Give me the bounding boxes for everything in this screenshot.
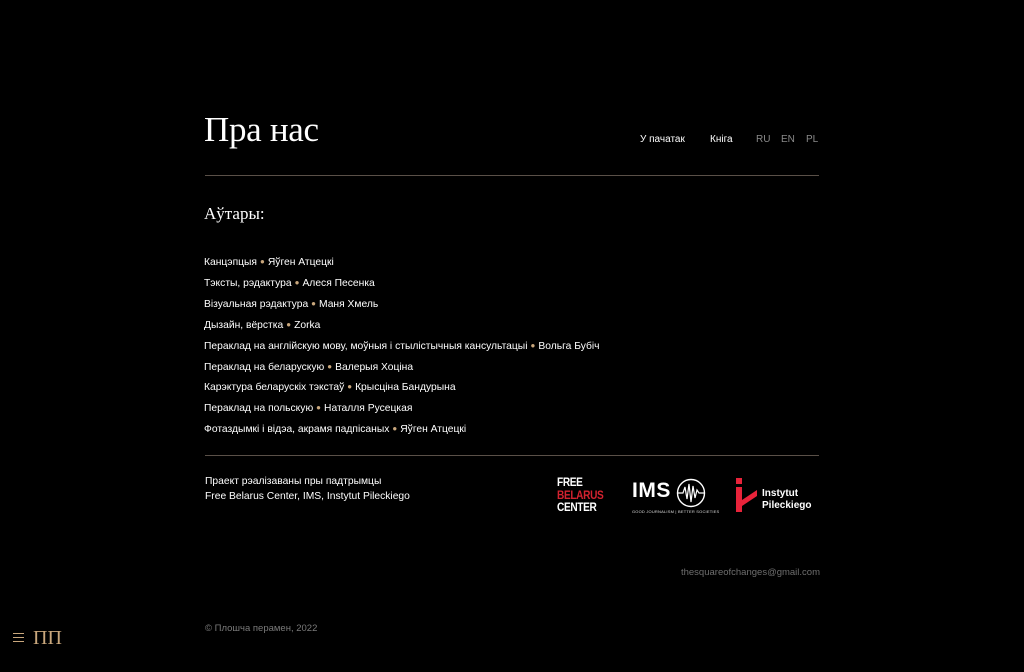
- separator-dot-icon: ●: [311, 298, 317, 308]
- copyright: © Плошча перамен, 2022: [205, 623, 318, 634]
- credit-role: Візуальная рэдактура: [204, 298, 309, 310]
- site-logo[interactable]: ПП: [33, 626, 62, 650]
- credit-item: Пераклад на беларускую ● Валерыя Хоціна: [204, 357, 600, 378]
- credit-item: Фотаздымкі і відэа, акрамя падпісаных ● Яў…: [204, 419, 600, 440]
- credit-name: Яўген Атцецкі: [267, 257, 334, 268]
- free-belarus-center-logo[interactable]: FREE BELARUS CENTER: [557, 477, 604, 515]
- credit-item: Канцэпцыя ● Яўген Атцецкі: [204, 252, 600, 273]
- lang-pl-link[interactable]: PL: [806, 134, 818, 146]
- credit-item: Візуальная рэдактура ● Маня Хмель: [204, 294, 600, 315]
- separator-dot-icon: ●: [294, 277, 300, 287]
- credit-role: Пераклад на англійскую мову, моўныя і ст…: [204, 340, 528, 352]
- credit-item: Тэксты, рэдактура ● Алеся Песенка: [204, 273, 600, 294]
- credit-role: Карэктура беларускіх тэкстаў: [204, 382, 345, 394]
- credit-name: Алеся Песенка: [302, 277, 375, 289]
- lang-ru-link[interactable]: RU: [756, 134, 770, 146]
- hamburger-icon[interactable]: [13, 632, 24, 643]
- instytut-pileckiego-logo[interactable]: Instytut Pileckiego: [735, 478, 825, 514]
- logo-text: FREE: [557, 477, 583, 489]
- credit-name: Zorka: [294, 319, 321, 331]
- credit-role: Фотаздымкі і відэа, акрамя падпісаных: [204, 424, 390, 436]
- logo-tagline: GOOD JOURNALISM | BETTER SOCIETIES: [632, 509, 720, 514]
- separator-dot-icon: ●: [392, 424, 398, 434]
- contact-email-link[interactable]: thesquareofchanges@gmail.com: [681, 567, 820, 578]
- credit-role: Пераклад на польскую: [204, 403, 314, 415]
- support-line: Праект рэалізаваны пры падтрымцы: [205, 476, 382, 487]
- header-divider: [205, 175, 819, 176]
- credit-item: Дызайн, вёрстка ● Zorka: [204, 315, 600, 336]
- credit-item: Пераклад на польскую ● Наталля Русецкая: [204, 398, 600, 419]
- separator-dot-icon: ●: [260, 257, 265, 266]
- lang-en-link[interactable]: EN: [781, 134, 795, 146]
- credit-name: Вольга Бубіч: [538, 340, 600, 352]
- logo-text: BELARUS: [557, 489, 604, 502]
- page-title: Пра нас: [204, 110, 319, 149]
- support-text: Праект рэалізаваны пры падтрымцы Free Be…: [205, 474, 410, 504]
- credit-name: Крысціна Бандурына: [355, 382, 456, 394]
- credit-item: Пераклад на англійскую мову, моўныя і ст…: [204, 336, 600, 357]
- credit-name: Наталля Русецкая: [324, 403, 413, 415]
- credit-role: Пераклад на беларускую: [204, 361, 325, 373]
- logo-text: Instytut Pileckiego: [762, 488, 811, 512]
- separator-dot-icon: ●: [286, 319, 292, 329]
- pilecki-mark-icon: [736, 478, 757, 512]
- credit-name: Маня Хмель: [319, 298, 379, 310]
- logo-text: CENTER: [557, 502, 597, 514]
- ims-wave-icon: [676, 478, 706, 508]
- separator-dot-icon: ●: [316, 403, 322, 413]
- logo-text: IMS: [632, 479, 671, 502]
- credit-name: Яўген Атцецкі: [400, 424, 467, 436]
- credit-role: Дызайн, вёрстка: [204, 319, 284, 331]
- separator-dot-icon: ●: [530, 340, 536, 350]
- support-partners: Free Belarus Center, IMS, Instytut Pilec…: [205, 491, 410, 502]
- authors-heading: Аўтары:: [204, 204, 265, 223]
- ims-logo[interactable]: IMS GOOD JOURNALISM | BETTER SOCIETIES: [632, 477, 719, 515]
- credit-role: Канцэпцыя: [204, 257, 258, 268]
- support-divider: [205, 455, 819, 456]
- credits-list: Канцэпцыя ● Яўген Атцецкі Тэксты, рэдактур…: [204, 252, 600, 440]
- logo-line: Instytut: [762, 488, 799, 499]
- nav-book-link[interactable]: Кніга: [710, 134, 733, 146]
- logo-line: Pileckiego: [762, 500, 812, 511]
- credit-item: Карэктура беларускіх тэкстаў ● Крысціна Ба…: [204, 377, 600, 398]
- separator-dot-icon: ●: [327, 361, 333, 371]
- separator-dot-icon: ●: [347, 382, 353, 392]
- nav-home-link[interactable]: У пачатак: [640, 134, 685, 146]
- credit-role: Тэксты, рэдактура: [204, 277, 292, 289]
- credit-name: Валерыя Хоціна: [335, 361, 414, 373]
